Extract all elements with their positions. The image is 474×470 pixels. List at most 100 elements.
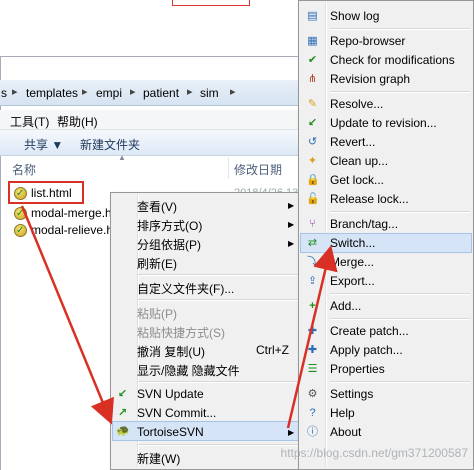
- revision-graph-icon: ⋔: [307, 73, 318, 85]
- menu-item-properties[interactable]: Properties: [330, 362, 385, 376]
- menu-separator: [138, 381, 298, 383]
- svn-file-icon: ✓: [14, 206, 27, 220]
- breadcrumb-separator-icon[interactable]: ▸: [82, 85, 88, 98]
- create-patch-icon: ✚: [307, 325, 318, 337]
- svn-commit-icon: ↗: [117, 407, 128, 419]
- breadcrumb-item[interactable]: s: [1, 86, 7, 100]
- repo-browser-icon: ▦: [307, 35, 318, 47]
- menu-item-repo-browser[interactable]: Repo-browser: [330, 34, 405, 48]
- file-item-modal-merge[interactable]: ✓ modal-merge.ht: [14, 204, 115, 222]
- menu-separator: [330, 381, 470, 383]
- menu-item-branch-tag[interactable]: Branch/tag...: [330, 217, 398, 231]
- watermark-text: https://blog.csdn.net/gm371200587: [280, 446, 468, 460]
- breadcrumb-separator-icon[interactable]: ▸: [230, 85, 236, 98]
- menu-item-refresh[interactable]: 刷新(E): [137, 255, 177, 272]
- check-mods-icon: ✔: [307, 54, 318, 66]
- menu-item-help[interactable]: Help: [330, 406, 355, 420]
- submenu-arrow-icon: ▶: [288, 220, 295, 229]
- menu-item-apply-patch[interactable]: Apply patch...: [330, 343, 403, 357]
- menu-item-new[interactable]: 新建(W): [137, 450, 180, 467]
- menu-item-revision-graph[interactable]: Revision graph: [330, 72, 410, 86]
- breadcrumb-separator-icon[interactable]: ▸: [187, 85, 193, 98]
- menu-item-view[interactable]: 查看(V): [137, 198, 177, 215]
- add-icon: +: [309, 300, 316, 312]
- menu-separator: [330, 293, 470, 295]
- menu-bar: 工具(T) 帮助(H): [0, 110, 300, 130]
- menu-item-add[interactable]: Add...: [330, 299, 361, 313]
- menu-item-svn-commit[interactable]: SVN Commit...: [137, 406, 216, 420]
- red-highlight-box-top: [172, 0, 250, 6]
- menu-item-show-hidden[interactable]: 显示/隐藏 隐藏文件: [137, 362, 240, 379]
- breadcrumb-item[interactable]: templates: [26, 86, 78, 100]
- branch-tag-icon: ⑂: [309, 218, 316, 230]
- menu-separator: [138, 444, 298, 446]
- resolve-icon: ✎: [307, 98, 318, 110]
- menu-item-switch[interactable]: Switch...: [330, 236, 375, 250]
- switch-highlight: [300, 233, 472, 253]
- menu-item-settings[interactable]: Settings: [330, 387, 373, 401]
- breadcrumb-item[interactable]: patient: [143, 86, 179, 100]
- menu-item-sort[interactable]: 排序方式(O): [137, 217, 202, 234]
- merge-icon: ⤵: [307, 256, 318, 268]
- menu-item-check-mods[interactable]: Check for modifications: [330, 53, 455, 67]
- svn-update-icon: ↙: [117, 388, 128, 400]
- file-item-modal-relieve[interactable]: ✓ modal-relieve.ht: [14, 221, 116, 239]
- menu-item-revert[interactable]: Revert...: [330, 135, 375, 149]
- menu-separator: [330, 91, 470, 93]
- properties-icon: ☰: [307, 363, 318, 375]
- help-icon: ?: [309, 407, 316, 419]
- address-bar[interactable]: s ▸ templates ▸ empi ▸ patient ▸ sim ▸: [0, 80, 300, 106]
- show-log-icon: ▤: [307, 10, 318, 22]
- column-divider[interactable]: [228, 157, 229, 179]
- menu-item-paste-shortcut[interactable]: 粘贴快捷方式(S): [137, 324, 225, 341]
- submenu-arrow-icon: ▶: [288, 201, 295, 210]
- sort-caret-icon: ▲: [118, 153, 126, 162]
- command-bar: 共享 ▼ 新建文件夹: [0, 130, 300, 156]
- menu-item-update-revision[interactable]: Update to revision...: [330, 116, 437, 130]
- breadcrumb-separator-icon[interactable]: ▸: [12, 85, 18, 98]
- column-header-name[interactable]: 名称: [12, 161, 36, 178]
- new-folder-button[interactable]: 新建文件夹: [80, 136, 140, 153]
- update-revision-icon: ↙: [307, 117, 318, 129]
- menu-item-merge[interactable]: Merge...: [330, 255, 374, 269]
- breadcrumb-item[interactable]: sim: [200, 86, 219, 100]
- export-icon: ⇪: [307, 275, 318, 287]
- menu-item-resolve[interactable]: Resolve...: [330, 97, 383, 111]
- revert-icon: ↺: [307, 136, 318, 148]
- menu-item-undo[interactable]: 撤消 复制(U): [137, 343, 205, 360]
- lock-icon: 🔒: [306, 174, 320, 186]
- switch-icon: ⇄: [307, 237, 318, 249]
- menu-item-release-lock[interactable]: Release lock...: [330, 192, 409, 206]
- menu-separator: [138, 274, 298, 276]
- menu-separator: [330, 28, 470, 30]
- menu-item-tortoisesvn[interactable]: TortoiseSVN: [137, 425, 204, 439]
- menu-tools[interactable]: 工具(T): [10, 113, 49, 130]
- menu-item-about[interactable]: About: [330, 425, 361, 439]
- menu-item-group[interactable]: 分组依据(P): [137, 236, 201, 253]
- about-icon: ⓘ: [307, 426, 318, 438]
- file-name: modal-relieve.ht: [31, 223, 117, 237]
- share-button[interactable]: 共享 ▼: [24, 136, 63, 153]
- menu-help[interactable]: 帮助(H): [57, 113, 98, 130]
- breadcrumb-item[interactable]: empi: [96, 86, 122, 100]
- svn-file-icon: ✓: [14, 223, 27, 237]
- menu-item-create-patch[interactable]: Create patch...: [330, 324, 409, 338]
- breadcrumb-separator-icon[interactable]: ▸: [130, 85, 136, 98]
- menu-item-get-lock[interactable]: Get lock...: [330, 173, 384, 187]
- menu-item-cleanup[interactable]: Clean up...: [330, 154, 388, 168]
- file-name: modal-merge.ht: [31, 206, 116, 220]
- menu-separator: [138, 299, 298, 301]
- column-header-modified[interactable]: 修改日期: [234, 161, 282, 178]
- menu-item-show-log[interactable]: Show log: [330, 9, 379, 23]
- menu-item-customize[interactable]: 自定义文件夹(F)...: [137, 280, 234, 297]
- submenu-arrow-icon: ▶: [288, 239, 295, 248]
- menu-item-paste[interactable]: 粘贴(P): [137, 305, 177, 322]
- annotation-box-list-html: [8, 181, 84, 204]
- apply-patch-icon: ✚: [307, 344, 318, 356]
- cleanup-icon: ✦: [307, 155, 318, 167]
- menu-separator: [330, 318, 470, 320]
- undo-shortcut: Ctrl+Z: [256, 343, 289, 357]
- menu-item-svn-update[interactable]: SVN Update: [137, 387, 204, 401]
- menu-item-export[interactable]: Export...: [330, 274, 375, 288]
- tortoise-icon: 🐢: [116, 425, 130, 437]
